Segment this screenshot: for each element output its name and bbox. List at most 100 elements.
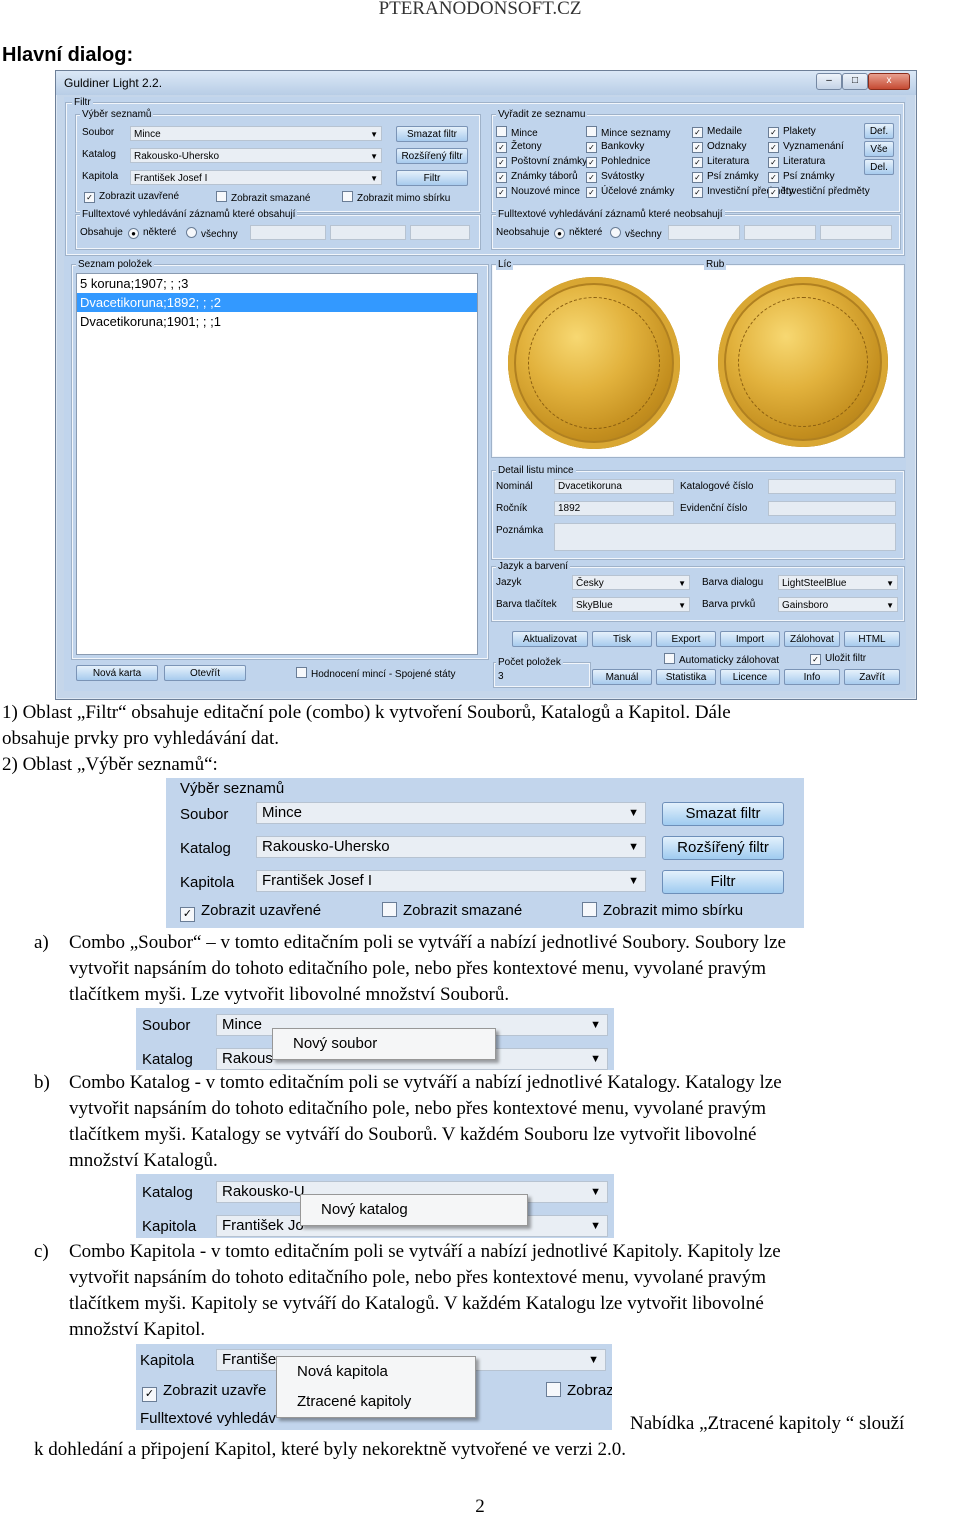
crop-mimo-checkbox[interactable]: Zobrazit mimo sbírku	[582, 902, 743, 919]
crop-smazane-checkbox[interactable]: Zobrazit smazané	[382, 902, 522, 919]
dropdown-arrow-icon: ▼	[678, 579, 686, 588]
list-item-selected[interactable]: Dvacetikoruna;1892; ; ;2	[77, 293, 477, 312]
exclude-checkbox[interactable]: ✓ Poštovní známky	[496, 156, 587, 171]
close-button[interactable]: x	[868, 73, 910, 90]
menu-item-ztracene-kapitoly[interactable]: Ztracené kapitoly	[277, 1387, 475, 1417]
import-button[interactable]: Import	[720, 631, 780, 647]
checkbox-label: Svátostky	[601, 171, 645, 182]
zalohovat-button[interactable]: Zálohovat	[784, 631, 840, 647]
checked-icon: ✓	[692, 187, 703, 198]
exclude-checkbox[interactable]: ✓ Literatura	[768, 156, 870, 171]
filtr-button[interactable]: Filtr	[396, 170, 468, 186]
minimize-button[interactable]: –	[816, 73, 842, 90]
exclude-checkbox[interactable]: ✓ Plakety	[768, 126, 870, 141]
exclude-checkbox[interactable]: ✓ Investiční předměty	[768, 186, 870, 201]
exclude-checkbox[interactable]: Mince	[496, 126, 587, 141]
exclude-checkbox[interactable]: ✓ Psí známky	[768, 171, 870, 186]
exclude-checkbox[interactable]: ✓ Známky táborů	[496, 171, 587, 186]
rozsireny-filtr-button[interactable]: Rozšířený filtr	[396, 148, 468, 164]
radio-label: některé	[569, 227, 603, 238]
zobrazit-mimo-checkbox[interactable]: Zobrazit mimo sbírku	[342, 191, 450, 204]
fulltext-field-2[interactable]	[330, 225, 406, 240]
marker-c: c)	[34, 1241, 49, 1262]
exclude-checkbox[interactable]: ✓ Bankovky	[586, 141, 674, 156]
smazat-filtr-button[interactable]: Smazat filtr	[396, 126, 468, 142]
menu-item-nova-kapitola[interactable]: Nová kapitola	[277, 1357, 475, 1387]
exclude-checkbox[interactable]: ✓ Vyznamenání	[768, 141, 870, 156]
crop4-smazane-checkbox[interactable]: Zobraz	[546, 1382, 612, 1399]
fulltext-field-3[interactable]	[410, 225, 470, 240]
def-button[interactable]: Def.	[864, 123, 894, 139]
statistika-button[interactable]: Statistika	[656, 669, 716, 685]
soubor-combo[interactable]: Mince ▼	[130, 126, 382, 141]
fulltext-neg-field-1[interactable]	[668, 225, 740, 240]
info-button[interactable]: Info	[784, 669, 840, 685]
vsechny-radio[interactable]: všechny	[186, 227, 238, 240]
nominal-field[interactable]: Dvacetikoruna	[554, 479, 674, 494]
zobrazit-uzavrene-checkbox[interactable]: ✓ Zobrazit uzavřené	[84, 191, 179, 203]
crop-smazat-button[interactable]: Smazat filtr	[662, 802, 784, 826]
crop-katalog-combo[interactable]: Rakousko-Uhersko ▼	[256, 836, 646, 858]
fulltext-neg-field-3[interactable]	[820, 225, 892, 240]
list-item[interactable]: Dvacetikoruna;1901; ; ;1	[77, 312, 477, 331]
context-menu: Nová kapitola Ztracené kapitoly	[276, 1356, 476, 1418]
aktualizovat-button[interactable]: Aktualizovat	[512, 631, 588, 647]
vse-button[interactable]: Vše	[864, 141, 894, 157]
exclude-checkbox[interactable]: ✓ Pohlednice	[586, 156, 674, 171]
checkbox-label: Zobrazit uzavře	[163, 1382, 267, 1399]
tisk-button[interactable]: Tisk	[592, 631, 652, 647]
crop-uzavrene-checkbox[interactable]: ✓ Zobrazit uzavřené	[180, 902, 321, 922]
html-button[interactable]: HTML	[844, 631, 900, 647]
exclude-checkbox[interactable]: ✓ Účelové známky	[586, 186, 674, 201]
ulozit-filtr-checkbox[interactable]: ✓ Uložit filtr	[810, 653, 866, 665]
hodnoceni-checkbox[interactable]: Hodnocení mincí - Spojené státy	[296, 667, 456, 680]
obsahuje-label: Obsahuje	[80, 227, 123, 238]
soubor-value: Mince	[134, 129, 161, 140]
zavrit-button[interactable]: Zavřít	[844, 669, 900, 685]
crop-rozsireny-button[interactable]: Rozšířený filtr	[662, 836, 784, 860]
poznamka-field[interactable]	[554, 523, 896, 551]
exclude-checkbox[interactable]: ✓ Svátostky	[586, 171, 674, 186]
barva-dialogu-combo[interactable]: LightSteelBlue ▼	[778, 575, 898, 590]
crop4-uzavrene-checkbox[interactable]: ✓ Zobrazit uzavře	[142, 1382, 266, 1402]
checkbox-label: Uložit filtr	[825, 653, 867, 664]
kapitola-combo[interactable]: František Josef I ▼	[130, 170, 382, 185]
dropdown-arrow-icon: ▼	[370, 152, 378, 161]
barva-tlacitek-combo[interactable]: SkyBlue ▼	[572, 597, 690, 612]
paragraph-2: 2) Oblast „Výběr seznamů“:	[2, 754, 218, 775]
zobrazit-smazane-checkbox[interactable]: Zobrazit smazané	[216, 191, 310, 204]
unchecked-icon	[296, 667, 307, 678]
list-item[interactable]: 5 koruna;1907; ; ;3	[77, 274, 477, 293]
del-button[interactable]: Del.	[864, 159, 894, 175]
evidencni-cislo-field[interactable]	[768, 501, 896, 516]
katalogove-cislo-field[interactable]	[768, 479, 896, 494]
jazyk-legend: Jazyk a barvení	[496, 561, 571, 572]
rocnik-field[interactable]: 1892	[554, 501, 674, 516]
exclude-checkbox[interactable]: Mince seznamy	[586, 126, 674, 141]
fulltext-neg-field-2[interactable]	[744, 225, 816, 240]
licence-button[interactable]: Licence	[720, 669, 780, 685]
crop-kapitola-combo[interactable]: František Josef I ▼	[256, 870, 646, 892]
checked-icon: ✓	[692, 157, 703, 168]
katalog-combo[interactable]: Rakousko-Uhersko ▼	[130, 148, 382, 163]
exclude-checkbox[interactable]: ✓ Nouzové mince	[496, 186, 587, 201]
barva-prvku-combo[interactable]: Gainsboro ▼	[778, 597, 898, 612]
menu-item-novy-soubor[interactable]: Nový soubor	[273, 1029, 495, 1059]
fulltext-field-1[interactable]	[250, 225, 326, 240]
otevrit-button[interactable]: Otevřít	[164, 665, 246, 681]
auto-zalohovat-checkbox[interactable]: Automaticky zálohovat	[664, 653, 779, 666]
menu-item-novy-katalog[interactable]: Nový katalog	[301, 1195, 527, 1225]
maximize-button[interactable]: □	[842, 73, 868, 90]
nova-karta-button[interactable]: Nová karta	[76, 665, 158, 681]
crop-filtr-button[interactable]: Filtr	[662, 870, 784, 894]
crop-soubor-combo[interactable]: Mince ▼	[256, 802, 646, 824]
nektere-radio-2[interactable]: ● některé	[554, 227, 602, 239]
nektere-radio[interactable]: ● některé	[128, 227, 176, 239]
export-button[interactable]: Export	[656, 631, 716, 647]
jazyk-combo[interactable]: Česky ▼	[572, 575, 690, 590]
paragraph-1a: 1) Oblast „Filtr“ obsahuje editační pole…	[2, 702, 731, 723]
manual-button[interactable]: Manuál	[592, 669, 652, 685]
vsechny-radio-2[interactable]: všechny	[610, 227, 662, 240]
exclude-checkbox[interactable]: ✓ Žetony	[496, 141, 587, 156]
item-list[interactable]: 5 koruna;1907; ; ;3 Dvacetikoruna;1892; …	[76, 273, 478, 655]
